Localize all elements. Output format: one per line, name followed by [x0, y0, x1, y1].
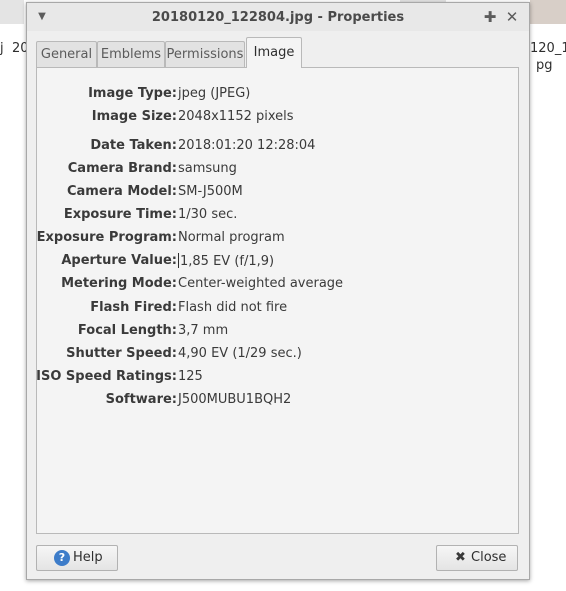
property-row: Shutter Speed: 4,90 EV (1/29 sec.): [37, 346, 520, 366]
tab-permissions[interactable]: Permissions: [165, 41, 245, 67]
property-label: Focal Length:: [77, 323, 177, 338]
property-label: Image Type:: [88, 86, 177, 101]
property-row: ISO Speed Ratings: 125: [36, 369, 520, 389]
property-value: 1,85 EV (f/1,9): [180, 254, 275, 269]
property-label: Aperture Value:: [61, 253, 177, 268]
background-thumbnail: [530, 0, 566, 24]
property-row: Exposure Program: Normal program: [37, 230, 520, 250]
property-value: SM-J500M: [178, 184, 243, 199]
property-value: 1/30 sec.: [178, 207, 238, 222]
property-row: Software: J500MUBU1BQH2: [37, 392, 520, 412]
property-value: J500MUBU1BQH2: [178, 392, 292, 407]
property-row: Focal Length: 3,7 mm: [37, 323, 520, 343]
property-row: Metering Mode: Center-weighted average: [37, 276, 520, 296]
help-button-label: Help: [73, 550, 103, 565]
property-label: Date Taken:: [90, 138, 177, 153]
title-bar[interactable]: ▼ 20180120_122804.jpg - Properties ✚ ✕: [27, 3, 529, 31]
close-icon: ✕: [505, 8, 519, 26]
property-value: 2018:01:20 12:28:04: [178, 138, 316, 153]
property-value: Center-weighted average: [178, 276, 344, 291]
property-value: 2048x1152 pixels: [178, 109, 294, 124]
close-window-button[interactable]: ✕: [503, 8, 521, 26]
property-value: 3,7 mm: [178, 323, 229, 338]
background-thumbnail: [0, 0, 24, 24]
close-button[interactable]: ✖ Close: [436, 545, 518, 571]
property-label: Metering Mode:: [61, 276, 177, 291]
close-icon: ✖: [455, 550, 466, 565]
property-label: Camera Model:: [66, 184, 177, 199]
property-row: Camera Model: SM-J500M: [37, 184, 520, 204]
help-button[interactable]: ? Help: [36, 545, 118, 571]
background-file-label: j: [0, 41, 4, 56]
property-label: Flash Fired:: [90, 300, 177, 315]
property-label: Camera Brand:: [67, 161, 177, 176]
property-value: Flash did not fire: [178, 300, 288, 315]
property-value: 4,90 EV (1/29 sec.): [178, 346, 302, 361]
plus-icon: ✚: [483, 8, 497, 26]
image-properties-panel: Image Type: jpeg (JPEG) Image Size: 2048…: [36, 67, 519, 534]
window-title: 20180120_122804.jpg - Properties: [151, 10, 405, 25]
property-value: 125: [178, 369, 203, 384]
properties-dialog: ▼ 20180120_122804.jpg - Properties ✚ ✕ G…: [26, 2, 530, 580]
property-label: Shutter Speed:: [66, 346, 177, 361]
close-button-label: Close: [471, 550, 507, 565]
background-file-label: pg: [536, 58, 553, 73]
property-value: jpeg (JPEG): [178, 86, 251, 101]
property-label: Software:: [105, 392, 177, 407]
property-label: Image Size:: [91, 109, 177, 124]
property-label: Exposure Program:: [36, 230, 177, 245]
text-cursor: [178, 253, 179, 268]
property-row: Image Size: 2048x1152 pixels: [37, 109, 520, 129]
property-row: Exposure Time: 1/30 sec.: [37, 207, 520, 227]
property-row: Date Taken: 2018:01:20 12:28:04: [37, 138, 520, 158]
tab-general[interactable]: General: [36, 41, 97, 67]
property-value: Normal program: [178, 230, 285, 245]
property-row: Flash Fired: Flash did not fire: [37, 300, 520, 320]
tab-image[interactable]: Image: [246, 37, 302, 68]
property-value-selectable[interactable]: 1,85 EV (f/1,9): [178, 253, 274, 269]
tab-emblems[interactable]: Emblems: [97, 41, 165, 67]
property-label: ISO Speed Ratings:: [36, 369, 177, 384]
maximize-button[interactable]: ✚: [481, 8, 499, 26]
property-label: Exposure Time:: [63, 207, 177, 222]
property-row: Camera Brand: samsung: [37, 161, 520, 181]
help-icon: ?: [54, 550, 70, 566]
property-row: Aperture Value: 1,85 EV (f/1,9): [37, 253, 520, 273]
background-file-label: 120_122: [530, 41, 566, 56]
property-value: samsung: [178, 161, 237, 176]
property-row: Image Type: jpeg (JPEG): [37, 86, 520, 106]
